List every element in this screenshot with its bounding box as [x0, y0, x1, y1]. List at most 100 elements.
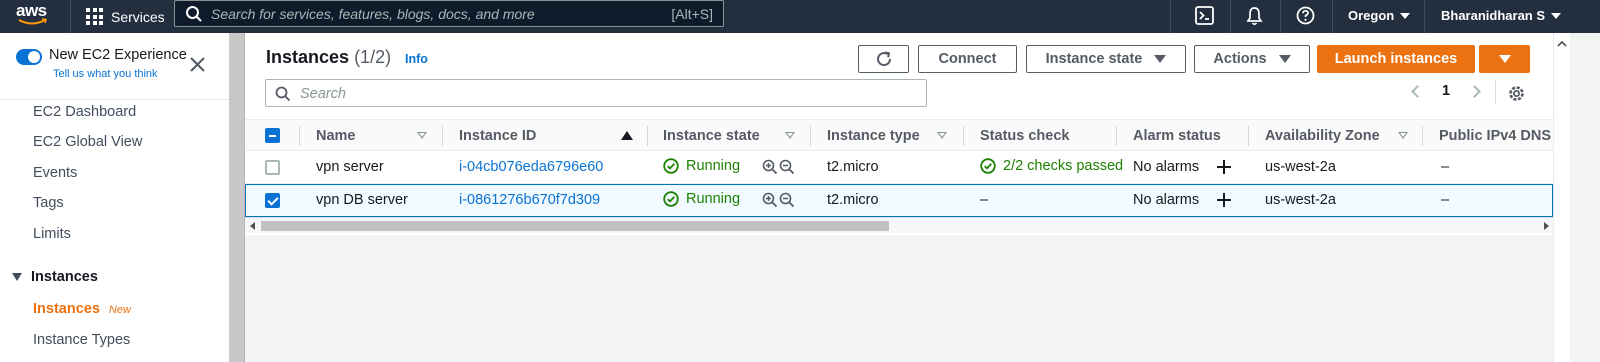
scroll-right-icon[interactable]	[1544, 222, 1549, 230]
horizontal-scrollbar[interactable]	[245, 217, 1553, 233]
select-all-checkbox[interactable]	[265, 128, 280, 143]
caret-down-icon	[1551, 12, 1562, 19]
sidebar-section-label: Instances	[31, 269, 98, 285]
sidebar-item-limits[interactable]: Limits	[33, 226, 71, 242]
cell-availability-zone: us-west-2a	[1265, 192, 1336, 208]
connect-button[interactable]: Connect	[918, 45, 1017, 73]
sidebar-item-ec2-dashboard[interactable]: EC2 Dashboard	[33, 104, 136, 120]
selection-count: (1/2)	[354, 47, 392, 67]
services-label: Services	[111, 8, 165, 25]
sort-ascending-icon[interactable]	[621, 131, 633, 140]
sort-icon[interactable]	[1398, 132, 1408, 139]
cell-status-check: –	[980, 192, 989, 208]
region-selector[interactable]: Oregon	[1348, 8, 1411, 23]
launch-instances-button[interactable]: Launch instances	[1317, 45, 1475, 73]
check-circle-icon	[663, 191, 679, 207]
scrollbar-thumb[interactable]	[261, 221, 889, 231]
connect-label: Connect	[938, 51, 997, 67]
cell-name: vpn DB server	[316, 192, 408, 208]
cell-alarm-status: No alarms	[1133, 192, 1200, 208]
zoom-in-icon[interactable]	[762, 192, 778, 208]
column-header-instance-state[interactable]: Instance state	[663, 128, 760, 144]
title-text: Instances	[266, 47, 350, 67]
status-check-label: 2/2 checks passed	[1003, 158, 1124, 174]
column-header-alarm-status[interactable]: Alarm status	[1133, 128, 1221, 144]
table-row[interactable]: vpn server i-04cb076eda6796e60 Running t…	[245, 151, 1553, 184]
scroll-up-icon[interactable]	[1557, 37, 1567, 51]
add-alarm-icon[interactable]	[1217, 160, 1231, 174]
sidebar-item-tags[interactable]: Tags	[33, 195, 64, 211]
check-circle-icon	[663, 158, 679, 174]
sidebar-item-events[interactable]: Events	[33, 165, 77, 181]
nav-divider	[1170, 0, 1171, 33]
column-header-status-check[interactable]: Status check	[980, 128, 1069, 144]
instance-search-input[interactable]: Search	[265, 79, 927, 107]
column-header-name[interactable]: Name	[316, 128, 356, 144]
sidebar: New EC2 Experience Tell us what you thin…	[0, 33, 229, 362]
zoom-in-icon[interactable]	[762, 159, 778, 175]
help-icon[interactable]	[1296, 6, 1315, 25]
sort-icon[interactable]	[785, 132, 795, 139]
table-row[interactable]: vpn DB server i-0861276b670f7d309 Runnin…	[245, 184, 1553, 217]
cell-public-dns: –	[1441, 159, 1450, 175]
aws-logo[interactable]: aws	[16, 2, 52, 30]
sort-icon[interactable]	[417, 132, 427, 139]
column-header-instance-type[interactable]: Instance type	[827, 128, 920, 144]
actions-button[interactable]: Actions	[1194, 45, 1310, 73]
state-label: Running	[686, 191, 741, 207]
sidebar-section-instances[interactable]: Instances	[12, 269, 98, 285]
zoom-out-icon[interactable]	[779, 159, 795, 175]
column-header-instance-id[interactable]: Instance ID	[459, 128, 536, 144]
global-search-input[interactable]: Search for services, features, blogs, do…	[174, 0, 724, 27]
sort-icon[interactable]	[937, 132, 947, 139]
account-menu[interactable]: Bharanidharan S	[1441, 8, 1562, 23]
sidebar-item-instance-types[interactable]: Instance Types	[33, 332, 130, 348]
close-icon[interactable]	[190, 57, 205, 72]
top-navigation: aws Services Search for services, featur…	[0, 0, 1600, 33]
sidebar-scrollbar[interactable]	[229, 33, 245, 362]
column-divider	[442, 126, 443, 146]
instances-panel: Instances (1/2) Info Connect Instance st…	[245, 33, 1553, 235]
search-icon	[275, 86, 291, 102]
row-checkbox[interactable]	[265, 160, 280, 175]
nav-divider	[1230, 0, 1231, 33]
vertical-scrollbar[interactable]	[1553, 33, 1570, 362]
new-experience-toggle[interactable]	[16, 49, 42, 65]
chevron-right-icon[interactable]	[1468, 84, 1481, 98]
services-menu-button[interactable]: Services	[86, 4, 165, 29]
cell-instance-type: t2.micro	[827, 159, 879, 175]
cell-instance-state: Running	[663, 191, 740, 207]
cell-instance-id-link[interactable]: i-04cb076eda6796e60	[459, 159, 603, 175]
cloudshell-icon[interactable]	[1195, 6, 1214, 25]
refresh-icon	[876, 51, 891, 67]
cell-status-check[interactable]: 2/2 checks passed	[980, 158, 1123, 174]
scroll-left-icon[interactable]	[250, 222, 255, 230]
sidebar-item-instances[interactable]: Instances New	[33, 301, 131, 317]
add-alarm-icon[interactable]	[1217, 193, 1231, 207]
column-header-availability-zone[interactable]: Availability Zone	[1265, 128, 1380, 144]
cell-instance-id-link[interactable]: i-0861276b670f7d309	[459, 192, 600, 208]
main-content: Instances (1/2) Info Connect Instance st…	[245, 33, 1600, 362]
info-link[interactable]: Info	[405, 52, 428, 66]
caret-down-icon	[1498, 55, 1511, 63]
grid-icon	[86, 8, 103, 25]
launch-dropdown-button[interactable]	[1479, 45, 1530, 73]
column-divider	[810, 126, 811, 146]
search-icon	[186, 6, 202, 22]
gear-icon[interactable]	[1507, 84, 1526, 103]
nav-divider	[1280, 0, 1281, 33]
bell-icon[interactable]	[1245, 6, 1264, 26]
instance-state-label: Instance state	[1045, 51, 1143, 67]
row-checkbox[interactable]	[265, 193, 280, 208]
instance-state-button[interactable]: Instance state	[1026, 45, 1186, 73]
launch-label: Launch instances	[1334, 51, 1458, 67]
column-header-public-ipv4-dns[interactable]: Public IPv4 DNS	[1439, 128, 1551, 144]
page-number[interactable]: 1	[1442, 83, 1450, 99]
user-name: Bharanidharan S	[1441, 8, 1546, 23]
refresh-button[interactable]	[858, 45, 909, 73]
cell-instance-type: t2.micro	[827, 192, 879, 208]
zoom-out-icon[interactable]	[779, 192, 795, 208]
sidebar-item-ec2-global-view[interactable]: EC2 Global View	[33, 134, 142, 150]
chevron-left-icon[interactable]	[1411, 84, 1424, 98]
feedback-link[interactable]: Tell us what you think	[53, 68, 158, 80]
